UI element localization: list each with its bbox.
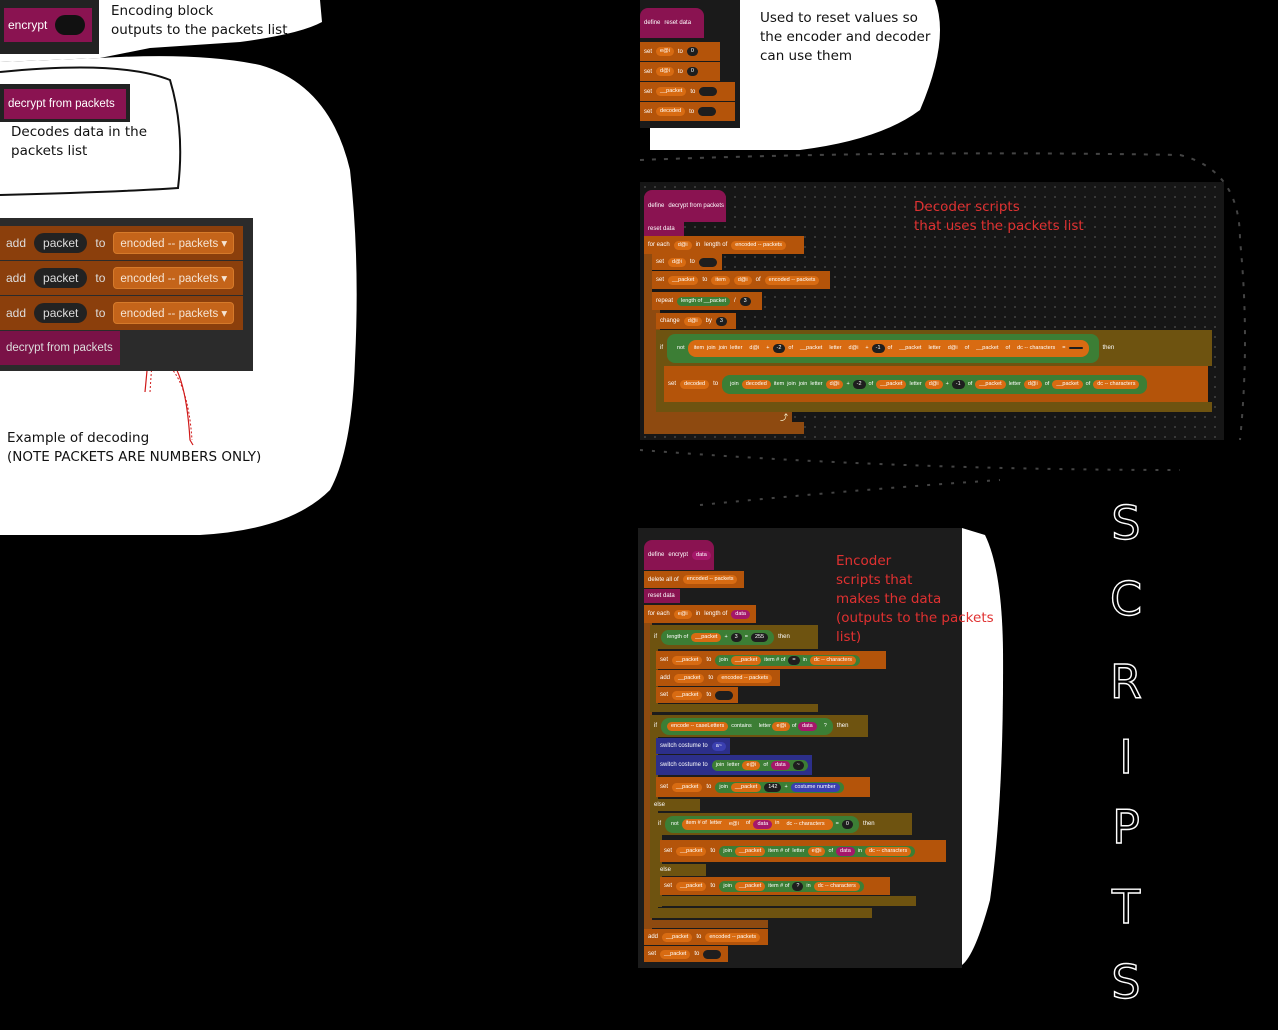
add-packet-row-2[interactable]: add packet to encoded -- packets ▾ xyxy=(0,261,243,295)
decrypt-call-label: decrypt from packets xyxy=(6,342,113,354)
if-footer xyxy=(656,402,1212,412)
if-length-footer xyxy=(650,704,818,712)
scripts-letter: S xyxy=(1111,954,1142,1009)
to-label: to xyxy=(95,306,106,320)
add-label: add xyxy=(6,236,27,250)
else-label: else xyxy=(650,799,700,811)
set-packet-item-letter[interactable]: set __packet to join __packet item # of lette… xyxy=(660,840,946,862)
reset-row-4[interactable]: set decoded to xyxy=(640,102,735,121)
reset-data-panel: define reset data set e@i to 0 set d@i to 0 se… xyxy=(640,0,740,128)
define-decrypt-hat[interactable]: define decrypt from packets xyxy=(644,190,726,222)
for-each-footer xyxy=(644,422,804,434)
list-dropdown[interactable]: encoded -- packets ▾ xyxy=(113,302,235,324)
note-decode-block: Decodes data in the packets list xyxy=(11,124,148,159)
define-encrypt-hat[interactable]: define encrypt data xyxy=(644,540,714,570)
for-each-block[interactable]: for each d@i in length of encoded -- packets xyxy=(644,236,804,254)
delete-all-block[interactable]: delete all of encoded -- packets xyxy=(644,571,744,588)
set-packet-costume[interactable]: set __packet to join __packet 142 + costume nu… xyxy=(656,777,870,797)
add-packet-row-1[interactable]: add packet to encoded -- packets ▾ xyxy=(0,226,243,260)
switch-costume-a[interactable]: switch costume to a~ xyxy=(656,738,730,754)
set-d-block[interactable]: set d@i to xyxy=(652,254,722,270)
add-packet-block[interactable]: add __packet to encoded -- packets xyxy=(656,670,780,686)
set-packet-empty[interactable]: set __packet to xyxy=(656,687,738,703)
if-not-item-footer xyxy=(654,896,916,906)
for-each-footer xyxy=(644,920,768,928)
note-encoder-scripts: Encoder scripts that makes the data (out… xyxy=(836,553,994,645)
if-contains-footer xyxy=(650,908,872,918)
scripts-letter: T xyxy=(1111,879,1141,934)
encrypt-input[interactable] xyxy=(55,15,86,35)
set-packet-join[interactable]: set __packet to join __packet item # of = in dc… xyxy=(656,651,886,669)
note-reset-data: Used to reset values so the encoder and … xyxy=(760,10,931,64)
scripts-letter: R xyxy=(1109,654,1142,709)
packet-pill[interactable]: packet xyxy=(34,303,88,323)
note-encode-block: Encoding block outputs to the packets li… xyxy=(111,3,288,38)
note-decode-example: Example of decoding (NOTE PACKETS ARE NU… xyxy=(7,430,262,465)
if-contains-block[interactable]: if encode -- caseLetters contains letter e… xyxy=(650,715,868,737)
final-set-block[interactable]: set __packet to xyxy=(644,946,728,962)
scripts-letter: C xyxy=(1109,571,1143,626)
define-reset-hat[interactable]: define reset data xyxy=(640,8,704,38)
decrypt-from-packets-label: decrypt from packets xyxy=(8,98,115,110)
list-dropdown[interactable]: encoded -- packets ▾ xyxy=(113,267,235,289)
switch-costume-join[interactable]: switch costume to join letter e@i of data ~ xyxy=(656,755,812,775)
scripts-letter: P xyxy=(1111,799,1140,854)
add-label: add xyxy=(6,271,27,285)
if-not-item-block[interactable]: if not item # of letter e@i of data in dc -- ch… xyxy=(654,813,912,835)
define-label: define xyxy=(644,20,661,26)
packet-pill[interactable]: packet xyxy=(34,233,88,253)
for-each-block[interactable]: for each e@i in length of data xyxy=(644,605,756,623)
define-name: reset data xyxy=(664,20,692,26)
reset-row-2[interactable]: set d@i to 0 xyxy=(640,62,720,81)
scripts-letter: I xyxy=(1119,729,1134,784)
decrypt-call-block[interactable]: decrypt from packets xyxy=(0,331,120,365)
reset-row-1[interactable]: set e@i to 0 xyxy=(640,42,720,61)
reset-data-call[interactable]: reset data xyxy=(644,222,684,236)
to-label: to xyxy=(95,236,106,250)
reset-row-3[interactable]: set __packet to xyxy=(640,82,735,101)
encrypt-label: encrypt xyxy=(8,18,48,32)
set-packet-item-question[interactable]: set __packet to join __packet item # of? in dc… xyxy=(660,877,890,895)
for-each-body xyxy=(644,254,652,434)
add-label: add xyxy=(6,306,27,320)
scripts-letter: S xyxy=(1111,495,1142,550)
loop-arrow-icon: ⤴ xyxy=(780,412,788,422)
set-decoded-block[interactable]: set decoded to join decoded item join join lett… xyxy=(664,366,1208,402)
packet-pill[interactable]: packet xyxy=(34,268,88,288)
if-length-block[interactable]: if length of __packet +3 = 255 then xyxy=(650,625,818,649)
reset-data-call[interactable]: reset data xyxy=(644,589,680,603)
set-packet-item-block[interactable]: set __packet to item d@i of encoded -- packets xyxy=(652,271,830,289)
decrypt-from-packets-block[interactable]: decrypt from packets xyxy=(4,89,126,119)
inner-else-label: else xyxy=(656,864,706,876)
if-not-block[interactable]: if not item join join letter d@i + -2 of __packe… xyxy=(656,330,1212,366)
to-label: to xyxy=(95,271,106,285)
list-dropdown[interactable]: encoded -- packets ▾ xyxy=(113,232,235,254)
add-packet-row-3[interactable]: add packet to encoded -- packets ▾ xyxy=(0,296,243,330)
repeat-footer: ⤴ xyxy=(652,412,792,422)
change-block[interactable]: change d@i by 3 xyxy=(656,313,736,329)
repeat-block[interactable]: repeat length of __packet/3 xyxy=(652,292,762,310)
final-add-block[interactable]: add __packet to encoded -- packets xyxy=(644,929,768,945)
encrypt-block[interactable]: encrypt xyxy=(4,8,92,42)
note-decoder-scripts: Decoder scripts that uses the packets li… xyxy=(914,199,1084,234)
